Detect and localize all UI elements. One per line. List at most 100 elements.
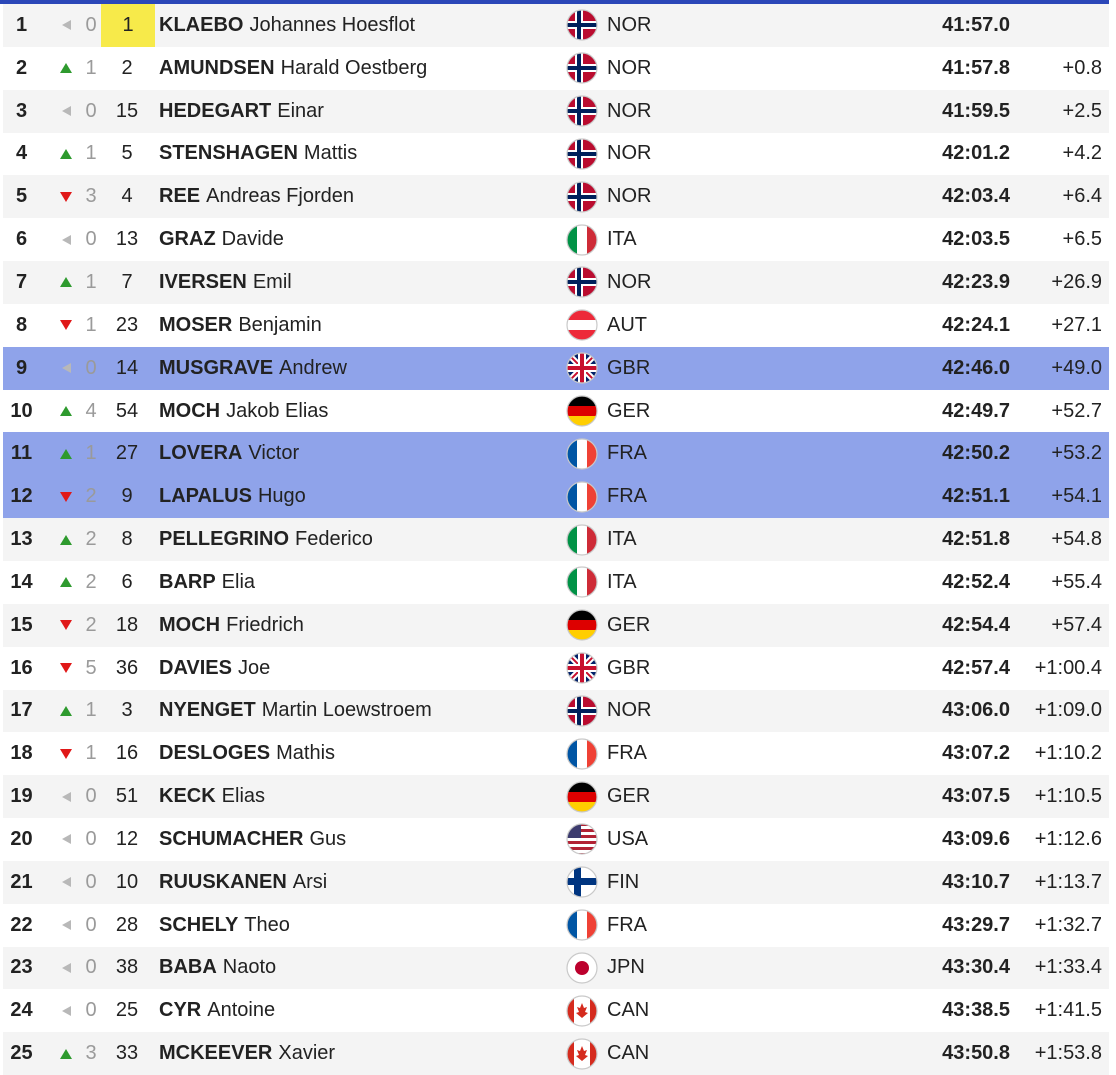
result-row[interactable]: 10 4 54 MOCH Jakob Elias GER 42:49.7 +52.…: [3, 389, 1109, 433]
athlete-name[interactable]: HEDEGART Einar: [159, 90, 559, 133]
result-row[interactable]: 16 5 36 DAVIES Joe GBR 42:57.4 +1:00.4: [3, 646, 1109, 690]
athlete-name[interactable]: LOVERA Victor: [159, 432, 559, 475]
arrow-down-icon: [58, 732, 74, 775]
result-row[interactable]: 19 0 51 KECK Elias GER 43:07.5 +1:10.5: [3, 775, 1109, 819]
ger-flag-icon: [565, 604, 599, 647]
result-row[interactable]: 8 1 23 MOSER Benjamin AUT 42:24.1 +27.1: [3, 303, 1109, 347]
bib-number: 15: [115, 99, 139, 122]
result-row[interactable]: 21 0 10 RUUSKANEN Arsi FIN 43:10.7 +1:13.…: [3, 860, 1109, 904]
arrow-left-icon: [58, 818, 74, 861]
rank-cell: 3: [15, 99, 28, 122]
rank-cell: 4: [15, 142, 28, 165]
result-row[interactable]: 18 1 16 DESLOGES Mathis FRA 43:07.2 +1:10…: [3, 732, 1109, 776]
result-row[interactable]: 24 0 25 CYR Antoine CAN 43:38.5 +1:41.5: [3, 989, 1109, 1033]
result-row[interactable]: 7 1 7 IVERSEN Emil NOR 42:23.9 +26.9: [3, 261, 1109, 304]
position-change: 2: [85, 485, 97, 508]
athlete-name[interactable]: SCHELY Theo: [159, 904, 559, 947]
athlete-name[interactable]: GRAZ Davide: [159, 218, 559, 261]
athlete-lastname: SCHELY: [159, 913, 239, 936]
nation-code: FRA: [607, 442, 647, 465]
athlete-name[interactable]: NYENGET Martin Loewstroem: [159, 690, 559, 733]
gbr-flag-icon: [565, 347, 599, 390]
athlete-lastname: MOCH: [159, 613, 221, 636]
athlete-name[interactable]: KLAEBO Johannes Hoesflot: [159, 4, 559, 47]
arrow-up-icon: [58, 390, 74, 433]
athlete-name[interactable]: MOSER Benjamin: [159, 304, 559, 347]
position-change: 2: [85, 528, 97, 551]
athlete-name[interactable]: SCHUMACHER Gus: [159, 818, 559, 861]
athlete-name[interactable]: BARP Elia: [159, 561, 559, 604]
result-row[interactable]: 3 0 15 HEDEGART Einar NOR 41:59.5 +2.5: [3, 89, 1109, 133]
athlete-name[interactable]: DAVIES Joe: [159, 647, 559, 690]
arrow-left-icon: [58, 775, 74, 818]
result-row[interactable]: 11 1 27 LOVERA Victor FRA 42:50.2 +53.2: [3, 432, 1109, 476]
finish-time: 42:46.0: [942, 356, 1010, 379]
fra-flag-icon: [565, 475, 599, 518]
result-row[interactable]: 1 0 1 KLAEBO Johannes Hoesflot NOR 41:57.…: [3, 4, 1109, 47]
athlete-firstname: Xavier: [278, 1042, 336, 1065]
result-row[interactable]: 20 0 12 SCHUMACHER Gus USA 43:09.6 +1:12.…: [3, 818, 1109, 861]
rank-cell: 8: [15, 313, 28, 336]
athlete-name[interactable]: MUSGRAVE Andrew: [159, 347, 559, 390]
nation-code: GER: [607, 399, 651, 422]
rank-cell: 11: [10, 442, 33, 465]
result-row[interactable]: 23 0 38 BABA Naoto JPN 43:30.4 +1:33.4: [3, 946, 1109, 990]
arrow-down-icon: [58, 304, 74, 347]
position-change: 5: [85, 656, 97, 679]
result-row[interactable]: 6 0 13 GRAZ Davide ITA 42:03.5 +6.5: [3, 218, 1109, 262]
result-row[interactable]: 2 1 2 AMUNDSEN Harald Oestberg NOR 41:57.…: [3, 46, 1109, 90]
rank-cell: 2: [15, 56, 28, 79]
athlete-lastname: MUSGRAVE: [159, 356, 274, 379]
athlete-name[interactable]: CYR Antoine: [159, 989, 559, 1032]
result-row[interactable]: 9 0 14 MUSGRAVE Andrew GBR 42:46.0 +49.0: [3, 346, 1109, 390]
finish-time: 42:50.2: [942, 442, 1010, 465]
athlete-lastname: GRAZ: [159, 228, 216, 251]
athlete-name[interactable]: IVERSEN Emil: [159, 261, 559, 304]
result-row[interactable]: 15 2 18 MOCH Friedrich GER 42:54.4 +57.4: [3, 603, 1109, 647]
athlete-name[interactable]: STENSHAGEN Mattis: [159, 133, 559, 176]
result-row[interactable]: 14 2 6 BARP Elia ITA 42:52.4 +55.4: [3, 560, 1109, 604]
athlete-name[interactable]: PELLEGRINO Federico: [159, 518, 559, 561]
finish-time: 42:03.4: [942, 185, 1010, 208]
athlete-name[interactable]: DESLOGES Mathis: [159, 732, 559, 775]
finish-time: 41:57.0: [942, 13, 1010, 36]
result-row[interactable]: 17 1 3 NYENGET Martin Loewstroem NOR 43:0…: [3, 689, 1109, 733]
rank-cell: 7: [15, 270, 28, 293]
athlete-name[interactable]: MOCH Jakob Elias: [159, 390, 559, 433]
result-row[interactable]: 22 0 28 SCHELY Theo FRA 43:29.7 +1:32.7: [3, 903, 1109, 947]
finish-time: 43:30.4: [942, 956, 1010, 979]
athlete-firstname: Antoine: [207, 999, 276, 1022]
athlete-lastname: RUUSKANEN: [159, 870, 287, 893]
rank-cell: 9: [15, 356, 28, 379]
arrow-down-icon: [58, 175, 74, 218]
bib-number: 12: [115, 827, 139, 850]
athlete-name[interactable]: REE Andreas Fjorden: [159, 175, 559, 218]
result-row[interactable]: 12 2 9 LAPALUS Hugo FRA 42:51.1 +54.1: [3, 475, 1109, 519]
finish-time: 43:07.5: [942, 785, 1010, 808]
bib-number: 27: [115, 442, 139, 465]
result-row[interactable]: 13 2 8 PELLEGRINO Federico ITA 42:51.8 +5…: [3, 518, 1109, 561]
result-row[interactable]: 4 1 5 STENSHAGEN Mattis NOR 42:01.2 +4.2: [3, 132, 1109, 176]
result-row[interactable]: 5 3 4 REE Andreas Fjorden NOR 42:03.4 +6.…: [3, 175, 1109, 219]
position-change: 0: [85, 956, 97, 979]
athlete-lastname: LAPALUS: [159, 485, 252, 508]
rank-cell: 22: [10, 913, 33, 936]
athlete-name[interactable]: RUUSKANEN Arsi: [159, 861, 559, 904]
athlete-name[interactable]: KECK Elias: [159, 775, 559, 818]
rank-cell: 15: [10, 613, 33, 636]
time-behind: +54.1: [1051, 485, 1102, 508]
bib-number: 7: [121, 270, 133, 293]
athlete-name[interactable]: LAPALUS Hugo: [159, 475, 559, 518]
athlete-name[interactable]: AMUNDSEN Harald Oestberg: [159, 47, 559, 90]
time-behind: +52.7: [1051, 399, 1102, 422]
athlete-name[interactable]: MCKEEVER Xavier: [159, 1032, 559, 1075]
athlete-name[interactable]: BABA Naoto: [159, 947, 559, 990]
athlete-name[interactable]: MOCH Friedrich: [159, 604, 559, 647]
result-row[interactable]: 25 3 33 MCKEEVER Xavier CAN 43:50.8 +1:53…: [3, 1032, 1109, 1075]
finish-time: 41:59.5: [942, 99, 1010, 122]
fra-flag-icon: [565, 904, 599, 947]
athlete-firstname: Mathis: [276, 742, 336, 765]
bib-number: 16: [115, 742, 139, 765]
arrow-down-icon: [58, 604, 74, 647]
athlete-lastname: DAVIES: [159, 656, 232, 679]
